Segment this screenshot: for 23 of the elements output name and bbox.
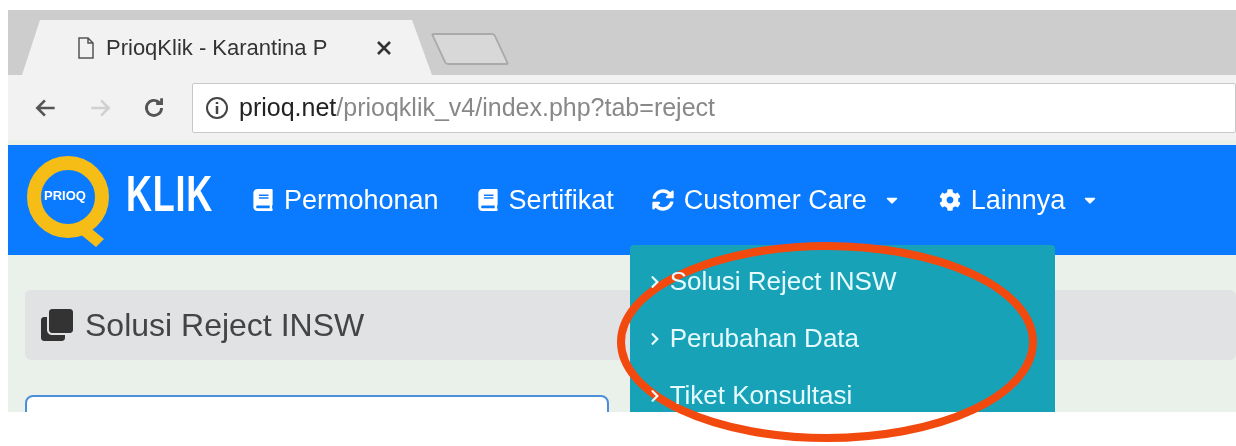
tab-title: PrioqKlik - Karantina P <box>106 34 329 61</box>
url-host: prioq.net <box>239 93 337 122</box>
menu-item[interactable]: Solusi Reject INSW <box>629 253 1055 310</box>
info-icon <box>205 95 229 120</box>
menu-item[interactable]: Tiket Konsultasi <box>629 367 1055 412</box>
logo-wordmark: KLIK <box>126 165 213 223</box>
refresh-icon <box>651 189 674 211</box>
book-icon <box>252 189 274 211</box>
page-icon <box>78 36 94 59</box>
nav-link[interactable]: Sertifikat <box>476 184 614 216</box>
address-bar[interactable]: prioq.net/prioqklik_v4/index.php?tab=reject <box>192 82 1236 133</box>
browser-tab[interactable]: PrioqKlik - Karantina P <box>22 20 432 75</box>
gear-icon <box>938 189 961 211</box>
url-path: /prioqklik_v4/index.php?tab=reject <box>336 93 715 122</box>
copy-icon <box>41 309 73 341</box>
page-title: Solusi Reject INSW <box>85 306 365 344</box>
nav-link[interactable]: Customer Care <box>651 184 901 216</box>
menu-item[interactable]: Perubahan Data <box>629 310 1055 367</box>
book-icon <box>476 189 499 211</box>
nav-link[interactable]: Permohonan <box>252 184 439 216</box>
close-icon[interactable] <box>376 39 392 56</box>
nav-link[interactable]: Lainnya <box>938 184 1100 216</box>
logo-text: PRIOQ <box>44 188 86 203</box>
